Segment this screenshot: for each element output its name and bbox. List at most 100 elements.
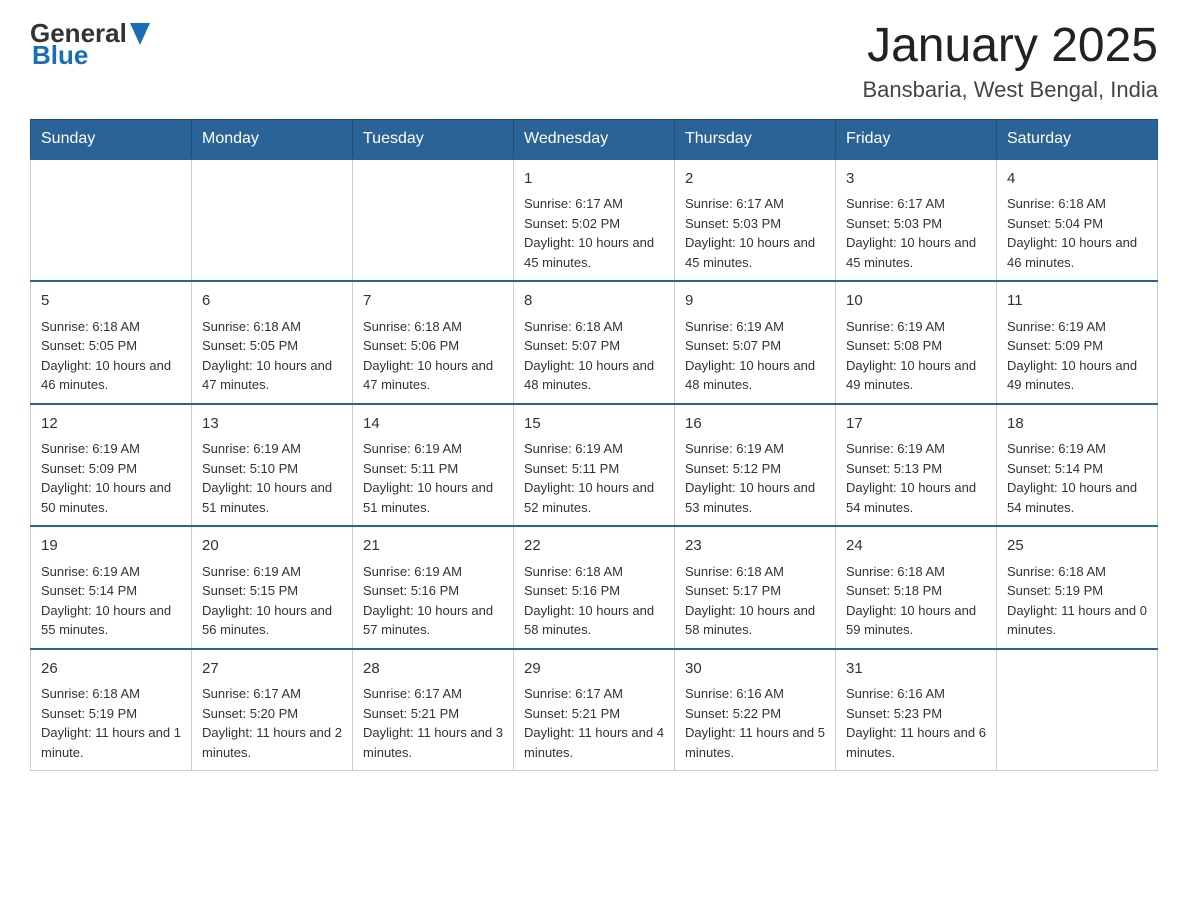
calendar-cell: 29Sunrise: 6:17 AMSunset: 5:21 PMDayligh… — [514, 649, 675, 771]
day-info: Sunset: 5:07 PM — [685, 336, 825, 356]
day-info: Sunset: 5:08 PM — [846, 336, 986, 356]
day-info: Sunset: 5:05 PM — [41, 336, 181, 356]
day-number: 23 — [685, 535, 825, 558]
day-info: Daylight: 10 hours and 49 minutes. — [846, 356, 986, 395]
day-info: Sunset: 5:07 PM — [524, 336, 664, 356]
day-info: Daylight: 10 hours and 46 minutes. — [1007, 233, 1147, 272]
day-info: Sunset: 5:02 PM — [524, 214, 664, 234]
calendar-table: SundayMondayTuesdayWednesdayThursdayFrid… — [30, 119, 1158, 772]
calendar-cell: 22Sunrise: 6:18 AMSunset: 5:16 PMDayligh… — [514, 526, 675, 649]
day-info: Sunset: 5:14 PM — [1007, 459, 1147, 479]
day-info: Sunset: 5:16 PM — [363, 581, 503, 601]
day-number: 12 — [41, 413, 181, 436]
day-info: Daylight: 10 hours and 49 minutes. — [1007, 356, 1147, 395]
day-info: Sunset: 5:19 PM — [41, 704, 181, 724]
calendar-cell — [997, 649, 1158, 771]
day-info: Sunrise: 6:19 AM — [846, 439, 986, 459]
day-info: Daylight: 11 hours and 5 minutes. — [685, 723, 825, 762]
calendar-cell: 20Sunrise: 6:19 AMSunset: 5:15 PMDayligh… — [192, 526, 353, 649]
calendar-cell: 27Sunrise: 6:17 AMSunset: 5:20 PMDayligh… — [192, 649, 353, 771]
day-number: 19 — [41, 535, 181, 558]
calendar-cell: 24Sunrise: 6:18 AMSunset: 5:18 PMDayligh… — [836, 526, 997, 649]
day-info: Sunset: 5:09 PM — [41, 459, 181, 479]
day-info: Sunrise: 6:18 AM — [41, 317, 181, 337]
calendar-cell: 3Sunrise: 6:17 AMSunset: 5:03 PMDaylight… — [836, 159, 997, 282]
day-info: Sunset: 5:23 PM — [846, 704, 986, 724]
day-info: Daylight: 10 hours and 47 minutes. — [202, 356, 342, 395]
title-section: January 2025 Bansbaria, West Bengal, Ind… — [862, 20, 1158, 103]
day-info: Sunrise: 6:18 AM — [41, 684, 181, 704]
day-info: Sunset: 5:22 PM — [685, 704, 825, 724]
day-number: 18 — [1007, 413, 1147, 436]
day-number: 27 — [202, 658, 342, 681]
day-info: Sunrise: 6:18 AM — [846, 562, 986, 582]
day-number: 4 — [1007, 168, 1147, 191]
header-wednesday: Wednesday — [514, 119, 675, 159]
day-number: 16 — [685, 413, 825, 436]
day-info: Sunrise: 6:19 AM — [41, 562, 181, 582]
day-info: Daylight: 10 hours and 48 minutes. — [685, 356, 825, 395]
header-friday: Friday — [836, 119, 997, 159]
day-info: Daylight: 11 hours and 2 minutes. — [202, 723, 342, 762]
day-info: Sunrise: 6:19 AM — [1007, 317, 1147, 337]
day-info: Daylight: 10 hours and 59 minutes. — [846, 601, 986, 640]
week-row-2: 5Sunrise: 6:18 AMSunset: 5:05 PMDaylight… — [31, 281, 1158, 404]
header-thursday: Thursday — [675, 119, 836, 159]
day-number: 11 — [1007, 290, 1147, 313]
day-info: Sunset: 5:13 PM — [846, 459, 986, 479]
calendar-cell: 4Sunrise: 6:18 AMSunset: 5:04 PMDaylight… — [997, 159, 1158, 282]
day-info: Sunrise: 6:18 AM — [1007, 562, 1147, 582]
day-info: Sunset: 5:06 PM — [363, 336, 503, 356]
calendar-cell: 2Sunrise: 6:17 AMSunset: 5:03 PMDaylight… — [675, 159, 836, 282]
day-number: 24 — [846, 535, 986, 558]
day-info: Sunrise: 6:19 AM — [202, 562, 342, 582]
day-info: Daylight: 11 hours and 0 minutes. — [1007, 601, 1147, 640]
day-info: Sunrise: 6:16 AM — [685, 684, 825, 704]
day-info: Daylight: 10 hours and 45 minutes. — [685, 233, 825, 272]
calendar-cell: 12Sunrise: 6:19 AMSunset: 5:09 PMDayligh… — [31, 404, 192, 527]
day-number: 9 — [685, 290, 825, 313]
day-info: Sunrise: 6:18 AM — [202, 317, 342, 337]
day-info: Sunset: 5:17 PM — [685, 581, 825, 601]
calendar-cell: 31Sunrise: 6:16 AMSunset: 5:23 PMDayligh… — [836, 649, 997, 771]
calendar-cell: 1Sunrise: 6:17 AMSunset: 5:02 PMDaylight… — [514, 159, 675, 282]
day-info: Sunrise: 6:19 AM — [1007, 439, 1147, 459]
logo-triangle-icon — [130, 23, 150, 45]
day-info: Sunset: 5:03 PM — [846, 214, 986, 234]
calendar-cell: 23Sunrise: 6:18 AMSunset: 5:17 PMDayligh… — [675, 526, 836, 649]
day-info: Sunset: 5:11 PM — [363, 459, 503, 479]
day-info: Sunset: 5:16 PM — [524, 581, 664, 601]
logo: General Blue — [30, 20, 150, 68]
day-info: Sunrise: 6:19 AM — [363, 439, 503, 459]
calendar-cell: 16 Sunrise: 6:19 AMSunset: 5:12 PMDayligh… — [675, 404, 836, 527]
header-row: SundayMondayTuesdayWednesdayThursdayFrid… — [31, 119, 1158, 159]
calendar-cell: 26Sunrise: 6:18 AMSunset: 5:19 PMDayligh… — [31, 649, 192, 771]
day-info: Daylight: 10 hours and 47 minutes. — [363, 356, 503, 395]
week-row-3: 12 Sunrise: 6:19 AM Sunset: 5:09 PM Dayligh… — [31, 404, 1158, 527]
day-info: Sunrise: 6:19 AM — [685, 439, 825, 459]
day-info: Daylight: 11 hours and 3 minutes. — [363, 723, 503, 762]
day-number: 31 — [846, 658, 986, 681]
day-info: Sunset: 5:12 PM — [685, 459, 825, 479]
calendar-cell: 8Sunrise: 6:18 AMSunset: 5:07 PMDaylight… — [514, 281, 675, 404]
day-number: 17 — [846, 413, 986, 436]
day-number: 29 — [524, 658, 664, 681]
day-info: Sunrise: 6:17 AM — [685, 194, 825, 214]
calendar-cell: 7Sunrise: 6:18 AMSunset: 5:06 PMDaylight… — [353, 281, 514, 404]
month-title: January 2025 — [862, 20, 1158, 73]
day-info: Daylight: 10 hours and 56 minutes. — [202, 601, 342, 640]
day-number: 15 — [524, 413, 664, 436]
calendar-cell: 9Sunrise: 6:19 AMSunset: 5:07 PMDaylight… — [675, 281, 836, 404]
calendar-cell: 21Sunrise: 6:19 AMSunset: 5:16 PMDayligh… — [353, 526, 514, 649]
day-info: Daylight: 10 hours and 54 minutes. — [1007, 478, 1147, 517]
day-info: Daylight: 10 hours and 51 minutes. — [363, 478, 503, 517]
day-info: Daylight: 10 hours and 51 minutes. — [202, 478, 342, 517]
day-info: Sunrise: 6:17 AM — [202, 684, 342, 704]
calendar-cell: 6Sunrise: 6:18 AMSunset: 5:05 PMDaylight… — [192, 281, 353, 404]
day-number: 2 — [685, 168, 825, 191]
day-number: 6 — [202, 290, 342, 313]
day-info: Daylight: 10 hours and 53 minutes. — [685, 478, 825, 517]
page-header: General Blue January 2025 Bansbaria, Wes… — [30, 20, 1158, 103]
day-info: Daylight: 10 hours and 55 minutes. — [41, 601, 181, 640]
calendar-body: 1Sunrise: 6:17 AMSunset: 5:02 PMDaylight… — [31, 159, 1158, 771]
